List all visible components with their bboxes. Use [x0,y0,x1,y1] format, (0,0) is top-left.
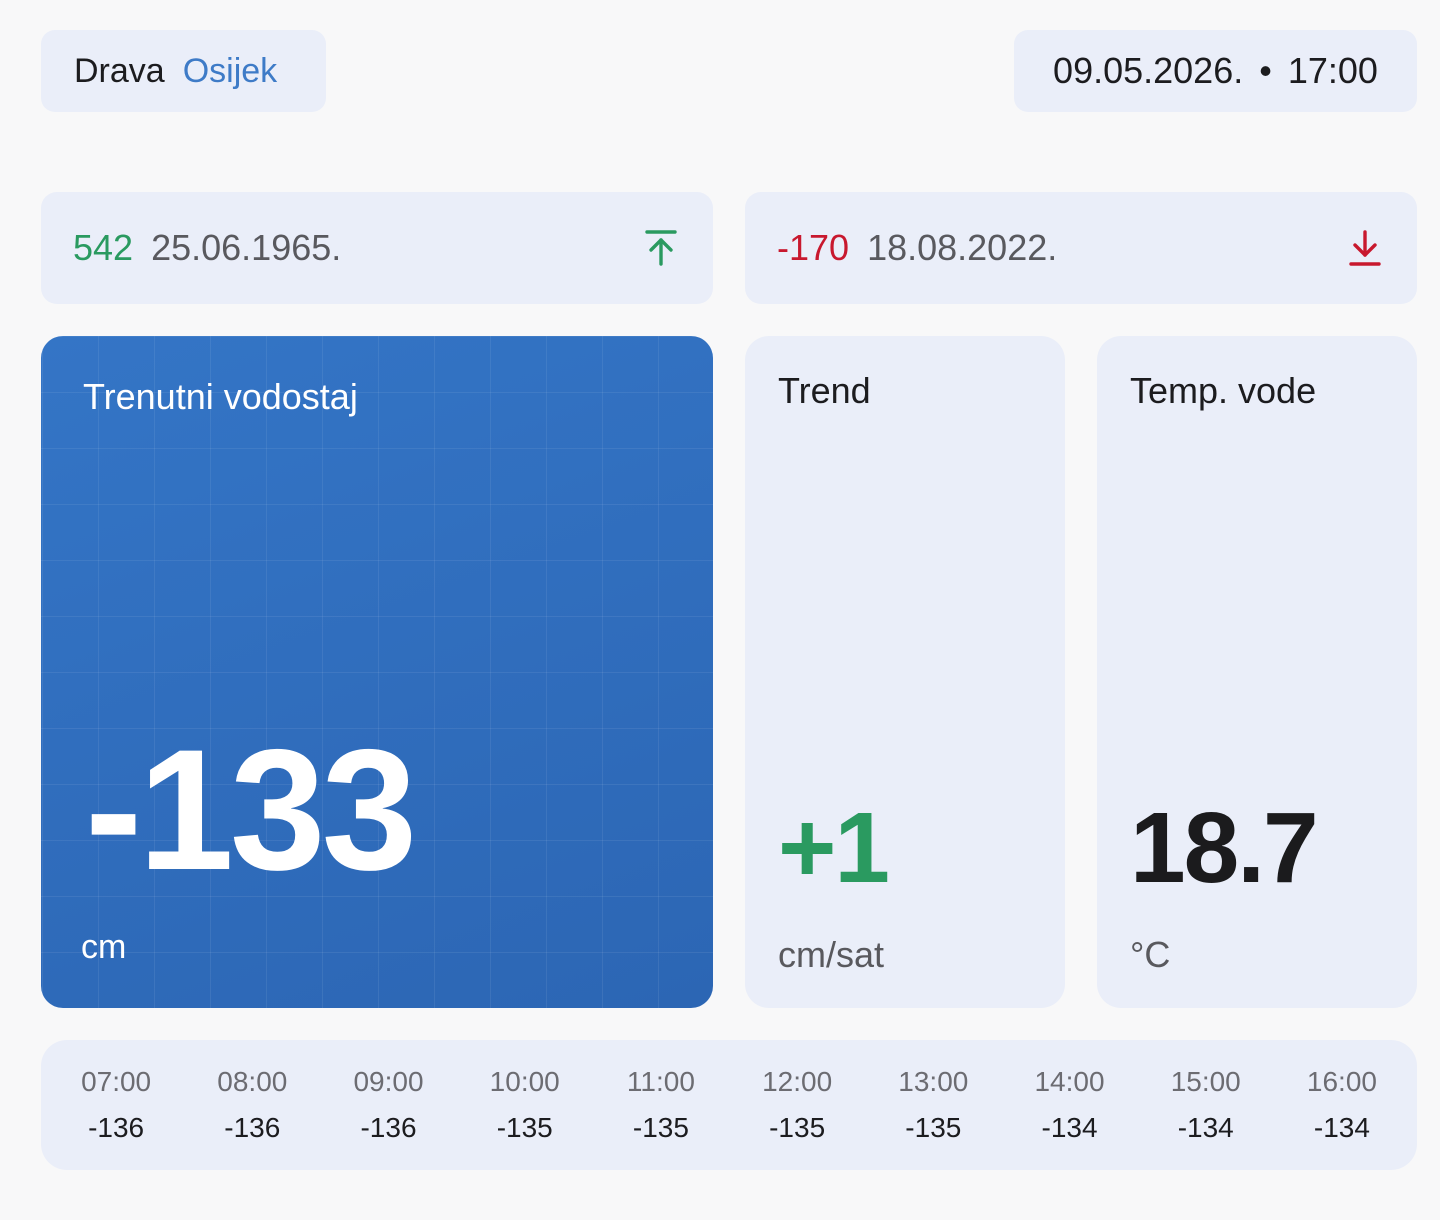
history-level: -135 [632,1112,689,1143]
history-time: 09:00 [353,1066,424,1097]
history-level: -136 [224,1112,281,1143]
history-level: -135 [496,1112,553,1143]
record-low-date: 18.08.2022. [867,227,1058,268]
history-level: -134 [1313,1112,1370,1143]
grid-background [41,336,713,1008]
history-item: 12:00 -135 [729,1066,865,1144]
history-time: 08:00 [217,1066,288,1097]
city-name: Osijek [182,51,278,90]
river-name: Drava [74,51,165,90]
history-time: 15:00 [1170,1066,1241,1097]
history-time: 10:00 [489,1066,560,1097]
record-low-value: -170 [777,227,850,268]
history-time: 16:00 [1306,1066,1377,1097]
history-item: 08:00 -136 [184,1066,320,1144]
trend-unit: cm/sat [778,934,885,975]
water-temp-unit: °C [1130,934,1171,975]
current-level-label: Trenutni vodostaj [83,376,358,417]
history-item: 10:00 -135 [457,1066,593,1144]
trend-card: Trend +1 cm/sat [745,336,1065,1008]
trend-value: +1 [778,792,890,904]
hourly-history-strip: 07:00 -136 08:00 -136 09:00 -136 10:00 -… [41,1040,1417,1170]
history-item: 15:00 -134 [1138,1066,1274,1144]
current-time: 17:00 [1287,50,1378,91]
history-time: 12:00 [762,1066,833,1097]
history-level: -136 [360,1112,417,1143]
record-low: -170 18.08.2022. [745,192,1417,304]
arrow-up-to-line-icon [641,228,681,268]
history-level: -136 [88,1112,145,1143]
current-level-card: Trenutni vodostaj -133 cm [41,336,713,1008]
history-item: 09:00 -136 [320,1066,456,1144]
datetime-badge: 09.05.2026. • 17:00 [1014,30,1417,112]
current-level-unit: cm [81,928,127,966]
water-temp-card: Temp. vode 18.7 °C [1097,336,1417,1008]
history-level: -134 [1177,1112,1234,1143]
datetime-separator: • [1259,50,1272,91]
history-time: 14:00 [1034,1066,1105,1097]
history-time: 07:00 [81,1066,152,1097]
water-level-dashboard: Drava Osijek 09.05.2026. • 17:00 542 25.… [0,0,1440,1220]
history-item: 11:00 -135 [593,1066,729,1144]
record-high: 542 25.06.1965. [41,192,713,304]
current-date: 09.05.2026. [1053,50,1244,91]
history-level: -135 [769,1112,826,1143]
water-temp-label: Temp. vode [1130,370,1317,411]
history-level: -135 [905,1112,962,1143]
record-high-date: 25.06.1965. [151,227,342,268]
history-item: 13:00 -135 [865,1066,1001,1144]
history-time: 11:00 [626,1066,695,1097]
record-high-value: 542 [73,227,134,268]
history-item: 07:00 -136 [48,1066,184,1144]
arrow-down-to-line-icon [1345,228,1385,268]
history-item: 16:00 -134 [1274,1066,1410,1144]
history-level: -134 [1041,1112,1098,1143]
water-temp-value: 18.7 [1130,792,1319,904]
current-level-value: -133 [85,714,417,906]
history-time: 13:00 [898,1066,969,1097]
trend-label: Trend [778,370,871,411]
history-item: 14:00 -134 [1001,1066,1137,1144]
station-badge: Drava Osijek [41,30,326,112]
